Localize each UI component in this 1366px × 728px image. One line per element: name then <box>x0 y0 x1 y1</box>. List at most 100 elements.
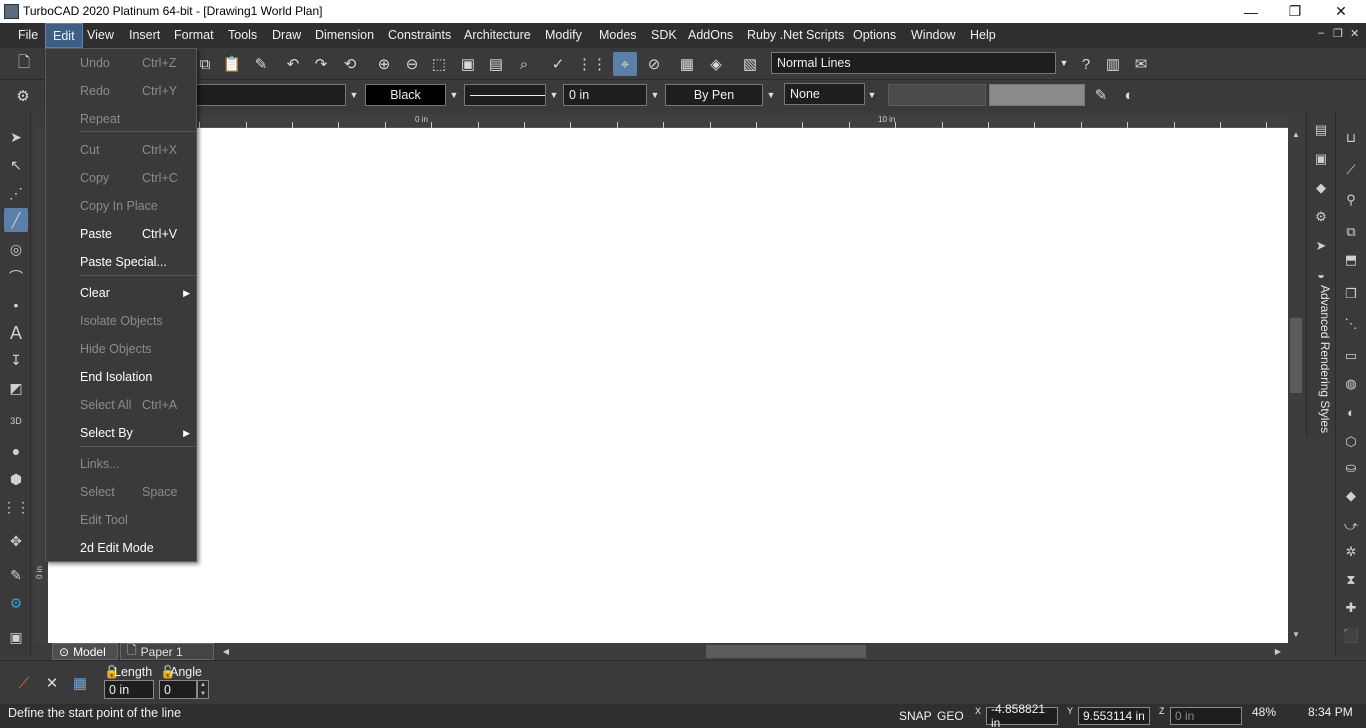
rendering-styles-icon[interactable]: ◒ <box>1310 263 1332 285</box>
edit-menu-item-cut[interactable]: Cut Ctrl+X <box>80 136 196 164</box>
pen-select[interactable]: By Pen <box>665 84 763 106</box>
menu-dimension[interactable]: Dimension <box>308 23 381 48</box>
mdi-restore-button[interactable]: ❐ <box>1333 27 1343 40</box>
edit-tool-icon[interactable]: ↖ <box>4 153 28 177</box>
horizontal-scroll-thumb[interactable] <box>706 645 866 658</box>
zoom-out-icon[interactable]: ⊖ <box>400 52 424 76</box>
magnet-tool-icon[interactable]: ⊔ <box>1340 127 1362 149</box>
menu-modes[interactable]: Modes <box>592 23 644 48</box>
screw-icon[interactable]: ⧗ <box>1340 569 1362 591</box>
cylinder-icon[interactable]: ⛀ <box>1340 457 1362 479</box>
line-width-dropdown-icon[interactable]: ▼ <box>648 85 662 105</box>
magnet-icon[interactable]: ⊘ <box>642 52 666 76</box>
video-icon[interactable]: ▥ <box>1101 52 1125 76</box>
new-file-icon[interactable]: 🗋 <box>12 52 36 76</box>
layer-dropdown-icon[interactable]: ▼ <box>347 85 361 105</box>
edit-menu-item-copy[interactable]: Copy Ctrl+C <box>80 164 196 192</box>
x-coordinate-field[interactable]: -4.858821 in <box>986 702 1058 728</box>
edit-menu-item-paste[interactable]: Paste Ctrl+V <box>80 220 196 248</box>
menu-insert[interactable]: Insert <box>122 23 167 48</box>
angle-input[interactable]: 0 <box>159 680 197 699</box>
boolean-icon[interactable]: ⬡ <box>1340 431 1362 453</box>
zoom-page-icon[interactable]: ▤ <box>484 52 508 76</box>
array-icon[interactable]: ⋮⋮ <box>2 495 30 519</box>
edit-menu-item-end-isolation[interactable]: End Isolation <box>80 363 196 391</box>
pen-dropdown-icon[interactable]: ▼ <box>764 85 778 105</box>
scroll-up-icon[interactable]: ▲ <box>1290 128 1302 140</box>
move-icon[interactable]: ✥ <box>4 529 28 553</box>
zoom-in-icon[interactable]: ⊕ <box>372 52 396 76</box>
menu-view[interactable]: View <box>80 23 121 48</box>
fill-select[interactable]: None <box>784 83 865 105</box>
edit-menu-item-hide-objects[interactable]: Hide Objects <box>80 335 196 363</box>
z-coordinate-field[interactable]: 0 in <box>1170 707 1242 725</box>
menu-tools[interactable]: Tools <box>221 23 264 48</box>
length-input[interactable]: 0 in <box>104 680 154 699</box>
cancel-icon[interactable]: ✕ <box>40 671 64 695</box>
ruler-tool-icon[interactable]: ⟋ <box>1340 159 1362 181</box>
text-tool-icon[interactable]: A <box>4 321 28 345</box>
menu-window[interactable]: Window <box>904 23 962 48</box>
zoom-window-icon[interactable]: ⬚ <box>427 52 451 76</box>
advanced-rendering-styles-tab[interactable]: Advanced Rendering Styles <box>1310 285 1332 435</box>
fillet-icon[interactable]: ◐ <box>1340 401 1362 423</box>
line-tool-icon[interactable]: ╱ <box>4 208 28 232</box>
menu-file[interactable]: File <box>11 23 45 48</box>
menu-ruby-net-scripts[interactable]: Ruby .Net Scripts <box>740 23 851 48</box>
repeat-icon[interactable]: ⟲ <box>338 52 362 76</box>
mdi-close-button[interactable]: ✕ <box>1350 27 1359 40</box>
vertical-scrollbar[interactable]: ▲ ▼ <box>1288 128 1304 643</box>
select-arrow-icon[interactable]: ➤ <box>4 125 28 149</box>
geo-toggle[interactable]: GEO <box>937 709 964 723</box>
color-select[interactable]: Black <box>365 84 446 106</box>
zoom-extents-icon[interactable]: ▣ <box>456 52 480 76</box>
workplane-icon[interactable]: ◈ <box>704 52 728 76</box>
luminance-icon[interactable]: ⚙ <box>1310 206 1332 228</box>
restore-button[interactable]: ❐ <box>1272 0 1318 23</box>
properties-icon[interactable]: ▧ <box>738 52 762 76</box>
blocks-icon[interactable]: ▣ <box>1310 148 1332 170</box>
mdi-minimize-button[interactable]: – <box>1318 27 1324 39</box>
revolve-icon[interactable]: ◍ <box>1340 373 1362 395</box>
redo-icon[interactable]: ↷ <box>309 52 333 76</box>
scroll-down-icon[interactable]: ▼ <box>1290 628 1302 640</box>
point-tool-icon[interactable]: • <box>4 293 28 317</box>
menu-constraints[interactable]: Constraints <box>381 23 458 48</box>
edit-menu-item-2d-edit-mode[interactable]: 2d Edit Mode <box>80 534 196 562</box>
arc-tool-icon[interactable]: ⌒ <box>4 265 28 289</box>
design-director-icon[interactable]: ▤ <box>1310 119 1332 141</box>
help-pointer-icon[interactable]: ? <box>1074 52 1098 76</box>
close-button[interactable]: ✕ <box>1318 0 1364 23</box>
snap-toggle[interactable]: SNAP <box>899 709 932 723</box>
tab-model[interactable]: ⊙ Model <box>52 643 118 660</box>
cog-solid-icon[interactable]: ✲ <box>1340 541 1362 563</box>
menu-draw[interactable]: Draw <box>265 23 308 48</box>
edit-menu-item-select-by[interactable]: Select By ▶ <box>80 419 196 447</box>
menu-modify[interactable]: Modify <box>538 23 589 48</box>
spell-check-icon[interactable]: ✓ <box>546 52 570 76</box>
shell-icon[interactable]: ◆ <box>1340 485 1362 507</box>
edit-menu-item-links[interactable]: Links... <box>80 450 196 478</box>
table-icon[interactable]: ▦ <box>68 671 92 695</box>
scroll-right-icon[interactable]: ▶ <box>1272 645 1284 658</box>
edit-menu-item-edit-tool[interactable]: Edit Tool <box>80 506 196 534</box>
extrude-icon[interactable]: ⬒ <box>1340 249 1362 271</box>
3d-tool-icon[interactable]: 3D <box>4 409 28 433</box>
menu-format[interactable]: Format <box>167 23 221 48</box>
stack-icon[interactable]: ❐ <box>1340 283 1362 305</box>
line-tool-active-icon[interactable]: ⟋ <box>12 671 36 695</box>
drawing-canvas[interactable] <box>48 128 1288 643</box>
gear-icon[interactable]: ⚙ <box>11 84 35 108</box>
snap-icon[interactable]: ⌖ <box>613 52 637 76</box>
edit-menu-item-isolate-objects[interactable]: Isolate Objects <box>80 307 196 335</box>
line-type-select[interactable] <box>464 84 546 106</box>
line-type-dropdown-icon[interactable]: ▼ <box>547 85 561 105</box>
scroll-left-icon[interactable]: ◀ <box>220 645 232 658</box>
line-style-select[interactable]: Normal Lines <box>771 52 1056 74</box>
shape-tool-icon[interactable]: ◩ <box>4 376 28 400</box>
split-icon[interactable]: ⋱ <box>1340 313 1362 335</box>
paste-icon[interactable]: 📋 <box>220 52 244 76</box>
edit-menu-item-paste-special[interactable]: Paste Special... <box>80 248 196 276</box>
pin-icon[interactable]: ⚲ <box>1340 189 1362 211</box>
edit-menu-item-undo[interactable]: Undo Ctrl+Z <box>80 49 196 77</box>
